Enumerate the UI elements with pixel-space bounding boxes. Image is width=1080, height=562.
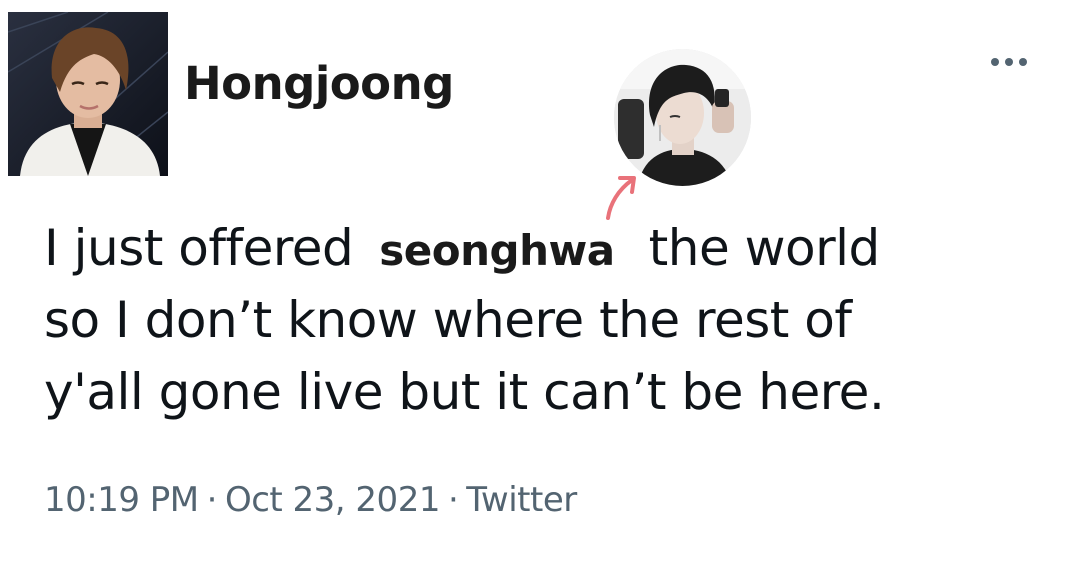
separator: · — [206, 480, 218, 520]
tweet-metadata: 10:19 PM · Oct 23, 2021 · Twitter — [44, 480, 577, 520]
more-options-button[interactable] — [982, 48, 1036, 76]
tweet-text-after-mention: the world — [648, 219, 881, 277]
mention-label: seonghwa — [379, 226, 615, 275]
tweet-line-1: I just offered seonghwa the world — [44, 212, 1044, 284]
tweet-text-before-mention: I just offered — [44, 219, 354, 277]
tweet-time[interactable]: 10:19 PM — [44, 480, 199, 520]
tweet-card: Hongjoong I just offeredseonghwathe wo — [0, 0, 1080, 562]
tweet-line-3: y'all gone live but it can’t be here. — [44, 363, 885, 421]
more-horizontal-icon — [991, 58, 999, 66]
tweet-date[interactable]: Oct 23, 2021 — [225, 480, 441, 520]
author-avatar[interactable] — [8, 12, 168, 176]
mention-photo-image — [614, 49, 751, 186]
separator: · — [447, 480, 459, 520]
tweet-text: I just offered seonghwa the world so I don… — [44, 212, 1044, 428]
author-display-name[interactable]: Hongjoong — [184, 57, 454, 110]
mention-profile-photo — [614, 49, 751, 186]
tweet-source[interactable]: Twitter — [466, 480, 577, 520]
tweet-line-2: so I don’t know where the rest of — [44, 291, 852, 349]
avatar-photo — [8, 12, 168, 176]
